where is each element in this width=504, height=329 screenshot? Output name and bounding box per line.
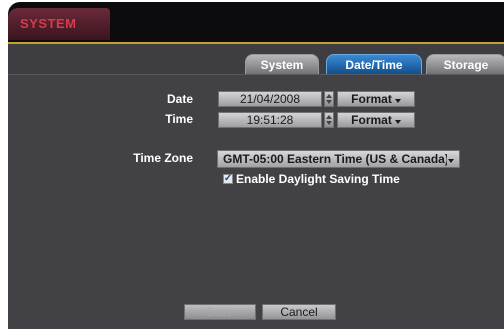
check-icon: ✓: [223, 173, 233, 184]
time-spinner[interactable]: [324, 112, 334, 128]
time-field[interactable]: 19:51:28: [218, 112, 322, 128]
system-window: SYSTEM System Date/Time Storage Date 21/…: [8, 2, 504, 329]
date-time-panel: Date 21/04/2008 Format Time 19:51:28 For…: [8, 74, 504, 329]
spin-up-icon: [326, 115, 332, 119]
time-format-label: Format: [351, 113, 392, 127]
time-format-button[interactable]: Format: [337, 112, 415, 128]
chevron-down-icon: [394, 120, 401, 124]
spin-down-icon: [326, 100, 332, 104]
time-label: Time: [165, 112, 193, 126]
timezone-select[interactable]: GMT-05:00 Eastern Time (US & Canada): [217, 150, 460, 168]
window-title: SYSTEM: [20, 16, 77, 31]
dst-checkbox[interactable]: ✓: [223, 174, 233, 184]
chevron-down-icon: [394, 99, 401, 103]
date-format-label: Format: [351, 92, 392, 106]
date-spinner[interactable]: [324, 91, 334, 107]
chevron-down-icon: [448, 159, 454, 163]
spin-down-icon: [326, 121, 332, 125]
date-label: Date: [166, 92, 193, 106]
date-format-button[interactable]: Format: [337, 91, 415, 107]
date-field[interactable]: 21/04/2008: [218, 91, 322, 107]
window-title-tab: SYSTEM: [8, 8, 110, 40]
timezone-label: Time Zone: [133, 151, 193, 165]
dst-label[interactable]: Enable Daylight Saving Time: [236, 172, 400, 186]
timezone-value: GMT-05:00 Eastern Time (US & Canada): [223, 152, 447, 166]
spin-up-icon: [326, 94, 332, 98]
tab-system[interactable]: System: [245, 54, 319, 74]
cancel-button[interactable]: Cancel: [262, 304, 336, 320]
tab-storage[interactable]: Storage: [426, 54, 504, 74]
tab-date-time[interactable]: Date/Time: [326, 54, 422, 74]
save-button[interactable]: Save: [184, 304, 256, 320]
